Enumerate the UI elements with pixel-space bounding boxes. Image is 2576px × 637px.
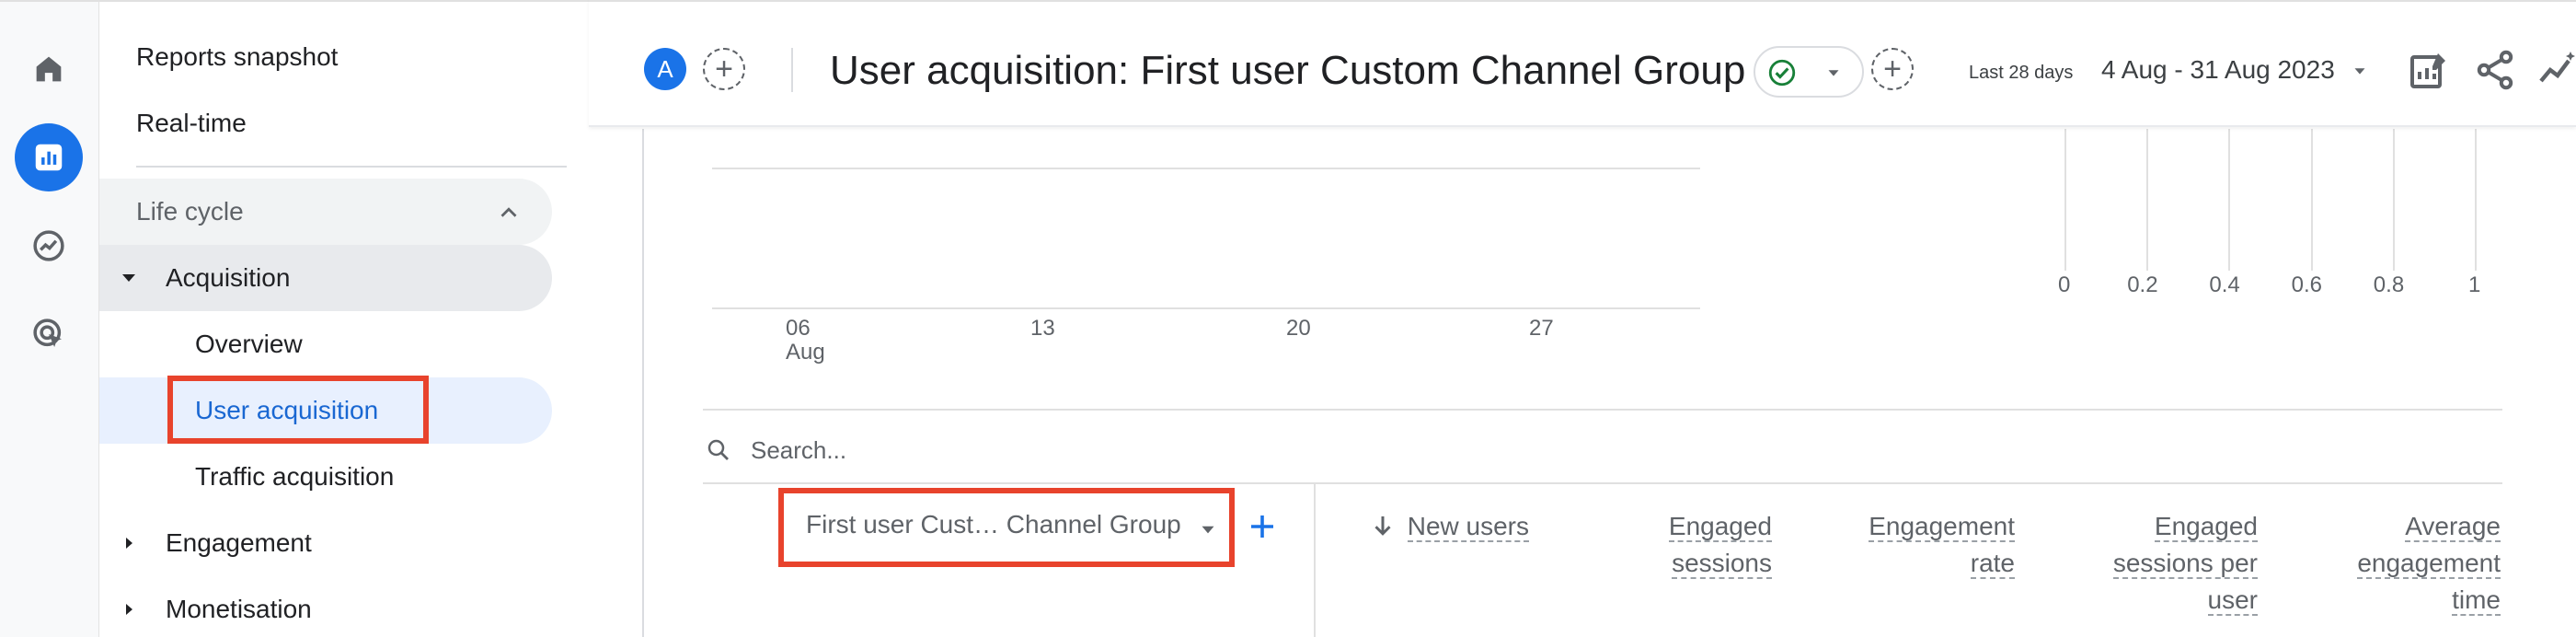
nav-item-overview[interactable]: Overview (195, 330, 303, 359)
bar-chart-tick: 0 (2058, 272, 2071, 297)
add-filter-icon[interactable]: + (1871, 48, 1914, 90)
metric-header-label: sessions per (2112, 549, 2258, 579)
date-range-label: Last 28 days (1969, 63, 2074, 83)
search-divider (703, 482, 2502, 484)
add-comparison-icon[interactable]: + (703, 48, 745, 90)
explore-icon[interactable] (15, 212, 83, 280)
metric-header-label: New users (1407, 512, 1529, 542)
bar-chart-tick: 0.8 (2373, 272, 2405, 297)
nav-section-label: Life cycle (136, 197, 244, 226)
metric-column-header[interactable]: Engaged sessions (1668, 508, 1772, 582)
nav-item-traffic-acquisition[interactable]: Traffic acquisition (195, 462, 394, 492)
content-left-border (642, 129, 644, 637)
metric-header-label: Engaged (1668, 512, 1772, 542)
bar-chart-tick: 0.4 (2209, 272, 2240, 297)
bar-chart-gridline (2475, 129, 2477, 271)
metric-column-header[interactable]: Engaged sessions per user (2112, 508, 2258, 619)
page-title: User acquisition: First user Custom Chan… (830, 48, 1746, 93)
bar-chart-tick: 0.2 (2127, 272, 2158, 297)
report-navigation: Reports snapshot Real-time Life cycle Ac… (99, 0, 642, 637)
chart-x-tick: 20 (1286, 316, 1311, 341)
metric-column-header[interactable]: Engagement rate (1869, 508, 2015, 582)
bar-chart-gridline (2146, 129, 2149, 271)
check-circle-icon (1768, 59, 1796, 87)
metric-header-label: time (2452, 585, 2501, 616)
column-separator (1314, 484, 1316, 637)
metric-header-label: Engaged (2154, 512, 2258, 542)
highlight-box-dimension (778, 488, 1235, 567)
comparison-avatar[interactable]: A (644, 48, 686, 90)
metric-column-header[interactable]: Average engagement time (2357, 508, 2501, 619)
insights-icon[interactable] (2536, 48, 2576, 92)
metric-header-label: engagement (2357, 549, 2501, 579)
chart-x-axis (712, 307, 1700, 309)
table-top-divider (703, 409, 2502, 411)
home-icon[interactable] (15, 35, 83, 103)
bar-chart-gridline (2392, 129, 2395, 271)
nav-group-label: Acquisition (166, 263, 291, 292)
nav-divider (136, 166, 567, 168)
sort-arrow-down-icon[interactable] (1369, 512, 1397, 539)
search-icon (707, 439, 729, 460)
share-icon[interactable] (2473, 48, 2517, 92)
bar-chart-gridline (2228, 129, 2231, 271)
bar-chart-tick: 1 (2468, 272, 2481, 297)
metric-column-header[interactable]: New users (1407, 508, 1529, 545)
nav-group-engagement[interactable]: Engagement (99, 510, 552, 576)
chart-x-tick-month: Aug (786, 340, 825, 365)
chart-x-tick: 13 (1030, 316, 1055, 341)
caret-right-icon (126, 538, 132, 549)
chart-x-tick: 06 Aug (786, 316, 825, 365)
date-dropdown-icon[interactable] (2350, 61, 2370, 81)
highlight-box-user-acquisition (167, 376, 429, 444)
nav-group-label: Monetisation (166, 595, 312, 623)
status-chip[interactable] (1754, 46, 1864, 98)
nav-group-monetisation[interactable]: Monetisation (99, 576, 552, 637)
metric-header-label: sessions (1672, 549, 1772, 579)
bar-chart-tick: 0.6 (2291, 272, 2322, 297)
chart-x-tick: 27 (1529, 316, 1554, 341)
chevron-up-icon (500, 207, 517, 217)
nav-item-realtime[interactable]: Real-time (136, 109, 247, 138)
metric-header-label: user (2207, 585, 2258, 616)
caret-down-icon (122, 274, 135, 282)
add-dimension-icon[interactable] (1246, 510, 1279, 543)
customize-report-icon[interactable] (2407, 48, 2451, 92)
advertising-icon[interactable] (15, 300, 83, 368)
nav-item-reports-snapshot[interactable]: Reports snapshot (136, 42, 338, 72)
caret-right-icon (126, 604, 132, 615)
metric-header-label: rate (1970, 549, 2015, 579)
report-header: A + User acquisition: First user Custom … (589, 0, 2576, 127)
chart-gridline (712, 168, 1700, 169)
reports-icon[interactable] (15, 123, 83, 191)
chevron-down-icon (1828, 70, 1839, 76)
nav-section-life-cycle[interactable]: Life cycle (99, 179, 552, 245)
bar-chart-gridline (2310, 129, 2313, 271)
nav-group-acquisition[interactable]: Acquisition (99, 245, 552, 311)
metric-header-label: Average (2405, 512, 2501, 542)
bar-chart-gridline (2064, 129, 2066, 271)
date-range-picker[interactable]: 4 Aug - 31 Aug 2023 (2101, 55, 2335, 85)
search-input[interactable]: Search... (751, 436, 846, 465)
left-rail (0, 0, 99, 637)
metric-header-label: Engagement (1869, 512, 2015, 542)
nav-group-label: Engagement (166, 528, 312, 557)
header-separator (791, 48, 793, 92)
